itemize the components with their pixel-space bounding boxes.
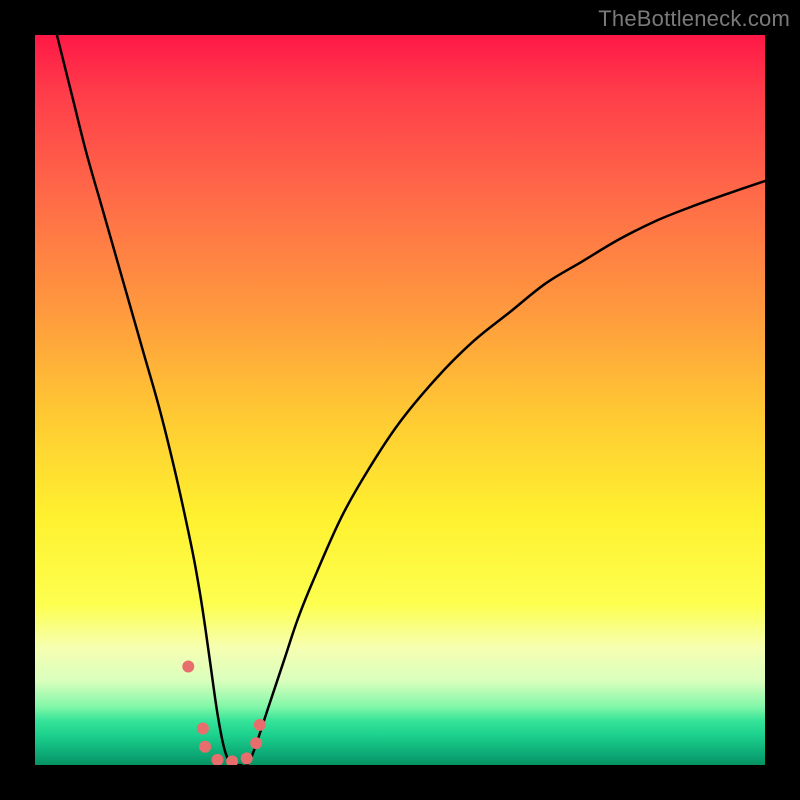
marker-dot [250, 737, 262, 749]
marker-dot [199, 741, 211, 753]
marker-dot [197, 723, 209, 735]
marker-dot [241, 752, 253, 764]
marker-dot [226, 755, 238, 765]
marker-dot [212, 754, 224, 765]
chart-frame: TheBottleneck.com [0, 0, 800, 800]
watermark-text: TheBottleneck.com [598, 6, 790, 32]
marker-dot [254, 719, 266, 731]
plot-area [35, 35, 765, 765]
data-markers [35, 35, 765, 765]
marker-dot [182, 661, 194, 673]
